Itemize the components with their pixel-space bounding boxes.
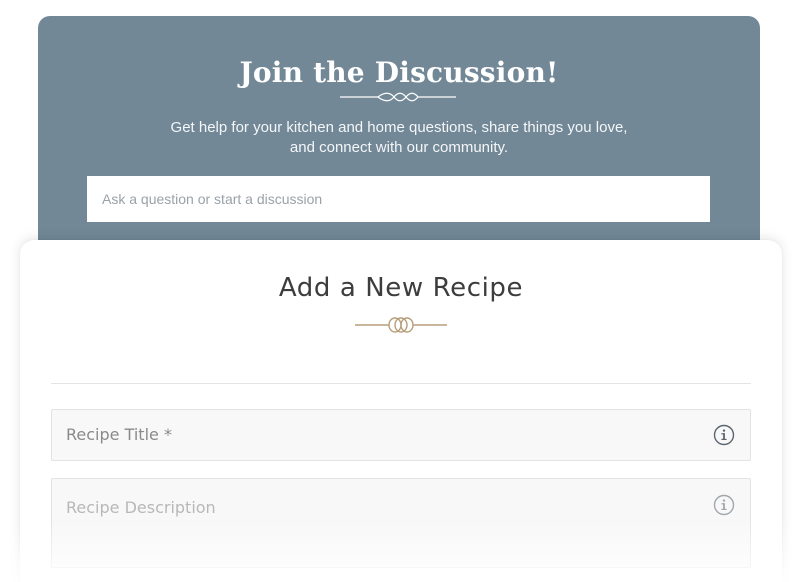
info-icon[interactable] — [713, 494, 735, 516]
discussion-title: Join the Discussion! — [239, 56, 559, 89]
recipe-description-placeholder: Recipe Description — [66, 498, 216, 517]
discussion-subtitle-line-2: and connect with our community. — [289, 139, 509, 156]
recipe-title-field[interactable]: Recipe Title * — [51, 409, 751, 461]
section-divider — [51, 383, 751, 384]
discussion-card: Join the Discussion! Get help for your k… — [38, 16, 760, 276]
recipe-description-field[interactable]: Recipe Description — [51, 478, 751, 568]
page: Join the Discussion! Get help for your k… — [0, 0, 800, 582]
discussion-subtitle: Get help for your kitchen and home quest… — [128, 118, 670, 158]
discussion-search-input[interactable] — [87, 176, 710, 222]
discussion-subtitle-line-1: Get help for your kitchen and home quest… — [170, 119, 628, 136]
flourish-divider-icon — [340, 92, 456, 102]
interlocking-rings-divider-icon — [355, 317, 447, 333]
add-recipe-card: Add a New Recipe Recipe Title * Recipe D… — [20, 240, 782, 582]
recipe-form-title: Add a New Recipe — [278, 273, 524, 303]
info-icon[interactable] — [713, 424, 735, 446]
recipe-title-placeholder: Recipe Title * — [66, 425, 172, 444]
